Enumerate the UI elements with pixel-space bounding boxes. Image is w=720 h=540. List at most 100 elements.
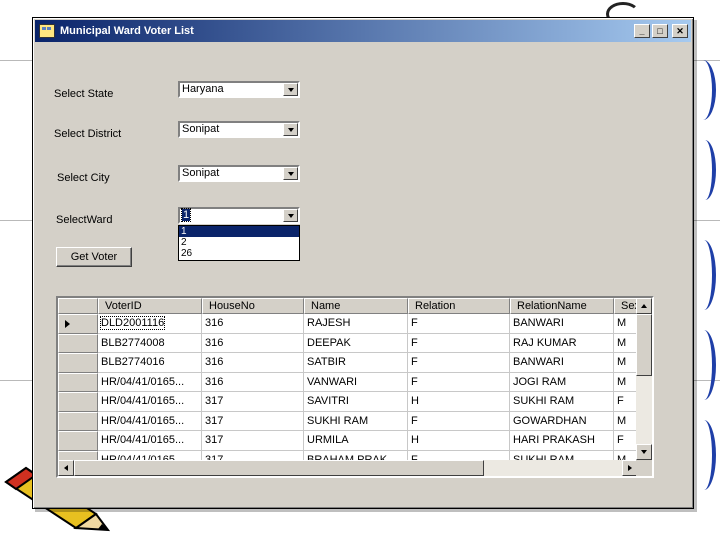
column-header-name[interactable]: Name xyxy=(304,298,408,314)
scroll-up-button[interactable] xyxy=(636,298,652,314)
cell-voterid[interactable]: HR/04/41/0165... xyxy=(98,372,202,392)
cell-sex[interactable]: M xyxy=(614,373,638,392)
scroll-down-button[interactable] xyxy=(636,444,652,460)
cell-houseno[interactable]: 317 xyxy=(202,411,304,431)
table-row[interactable]: HR/04/41/0165... 317 SUKHI RAM F GOWARDH… xyxy=(58,411,638,431)
row-header[interactable] xyxy=(58,333,98,353)
cell-sex[interactable]: M xyxy=(614,314,638,334)
cell-relationname[interactable]: BANWARI xyxy=(510,314,614,334)
cell-name[interactable]: VANWARI xyxy=(304,372,408,392)
dropdown-arrow-icon[interactable] xyxy=(283,123,298,136)
cell-voterid[interactable]: BLB2774008 xyxy=(98,333,202,353)
vertical-scroll-thumb[interactable] xyxy=(636,314,652,376)
row-header[interactable] xyxy=(58,353,98,373)
cell-relation[interactable]: F xyxy=(408,450,510,460)
maximize-button[interactable]: □ xyxy=(652,24,668,38)
cell-relationname[interactable]: BANWARI xyxy=(510,353,614,373)
table-row[interactable]: HR/04/41/0165... 317 BRAHAM PRAK... F SU… xyxy=(58,450,638,461)
table-row[interactable]: BLB2774008 316 DEEPAK F RAJ KUMAR M xyxy=(58,333,638,353)
ward-select[interactable]: 1 xyxy=(178,207,300,224)
horizontal-scrollbar[interactable] xyxy=(58,460,638,476)
cell-sex[interactable]: M xyxy=(614,334,638,353)
voter-data-grid: VoterID HouseNo Name Relation RelationNa… xyxy=(56,296,654,478)
cell-voterid[interactable]: HR/04/41/0165... xyxy=(98,450,202,460)
table-row[interactable]: BLB2774016 316 SATBIR F BANWARI M xyxy=(58,353,638,373)
cell-houseno[interactable]: 317 xyxy=(202,450,304,460)
get-voter-button[interactable]: Get Voter xyxy=(56,247,132,267)
cell-relationname[interactable]: SUKHI RAM xyxy=(510,450,614,460)
cell-name[interactable]: SUKHI RAM xyxy=(304,411,408,431)
row-header[interactable] xyxy=(58,411,98,431)
column-header-houseno[interactable]: HouseNo xyxy=(202,298,304,314)
state-select-value: Haryana xyxy=(182,83,224,95)
cell-relation[interactable]: F xyxy=(408,353,510,373)
cell-relation[interactable]: H xyxy=(408,392,510,412)
column-header-sex[interactable]: Sex xyxy=(614,298,638,314)
cell-name[interactable]: SAVITRI xyxy=(304,392,408,412)
cell-sex[interactable]: M xyxy=(614,451,638,461)
row-header[interactable] xyxy=(58,392,98,412)
scroll-left-button[interactable] xyxy=(58,460,74,476)
cell-relation[interactable]: F xyxy=(408,411,510,431)
ward-option[interactable]: 2 xyxy=(179,237,299,248)
table-row[interactable]: HR/04/41/0165... 316 VANWARI F JOGI RAM … xyxy=(58,372,638,392)
state-select[interactable]: Haryana xyxy=(178,81,300,98)
vertical-scrollbar[interactable] xyxy=(636,298,652,460)
cell-voterid[interactable]: HR/04/41/0165... xyxy=(98,411,202,431)
ward-option[interactable]: 1 xyxy=(179,226,299,237)
ward-option[interactable]: 26 xyxy=(179,248,299,259)
row-header[interactable] xyxy=(58,431,98,451)
cell-relation[interactable]: H xyxy=(408,431,510,451)
column-header-relationname[interactable]: RelationName xyxy=(510,298,614,314)
row-header[interactable] xyxy=(58,372,98,392)
cell-sex[interactable]: M xyxy=(614,412,638,431)
cell-name[interactable]: RAJESH xyxy=(304,314,408,334)
cell-relationname[interactable]: SUKHI RAM xyxy=(510,392,614,412)
cell-name[interactable]: SATBIR xyxy=(304,353,408,373)
app-icon[interactable] xyxy=(39,24,55,38)
title-bar[interactable]: Municipal Ward Voter List _ □ ✕ xyxy=(35,20,691,42)
table-row[interactable]: DLD2001116 316 RAJESH F BANWARI M xyxy=(58,314,638,334)
cell-relation[interactable]: F xyxy=(408,372,510,392)
dropdown-arrow-icon[interactable] xyxy=(283,209,298,222)
ward-dropdown-list: 1 2 26 xyxy=(178,225,300,261)
cell-sex[interactable]: F xyxy=(614,431,638,451)
table-row[interactable]: HR/04/41/0165... 317 URMILA H HARI PRAKA… xyxy=(58,431,638,451)
minimize-button[interactable]: _ xyxy=(634,24,650,38)
cell-name[interactable]: URMILA xyxy=(304,431,408,451)
cell-sex[interactable]: M xyxy=(614,353,638,373)
cell-voterid[interactable]: HR/04/41/0165... xyxy=(98,392,202,412)
cell-voterid[interactable]: HR/04/41/0165... xyxy=(98,431,202,451)
table-row[interactable]: HR/04/41/0165... 317 SAVITRI H SUKHI RAM… xyxy=(58,392,638,412)
cell-houseno[interactable]: 316 xyxy=(202,333,304,353)
cell-relation[interactable]: F xyxy=(408,314,510,334)
cell-houseno[interactable]: 316 xyxy=(202,314,304,334)
city-select[interactable]: Sonipat xyxy=(178,165,300,182)
cell-relationname[interactable]: JOGI RAM xyxy=(510,372,614,392)
cell-houseno[interactable]: 317 xyxy=(202,392,304,412)
cell-houseno[interactable]: 316 xyxy=(202,372,304,392)
dropdown-arrow-icon[interactable] xyxy=(283,83,298,96)
column-header-relation[interactable]: Relation xyxy=(408,298,510,314)
cell-sex[interactable]: F xyxy=(614,392,638,412)
cell-houseno[interactable]: 317 xyxy=(202,431,304,451)
cell-relationname[interactable]: RAJ KUMAR xyxy=(510,333,614,353)
cell-relationname[interactable]: HARI PRAKASH xyxy=(510,431,614,451)
row-header[interactable] xyxy=(58,450,98,460)
cell-text: DLD2001116 xyxy=(99,316,166,330)
cell-houseno[interactable]: 316 xyxy=(202,353,304,373)
column-header-voterid[interactable]: VoterID xyxy=(98,298,202,314)
cell-voterid[interactable]: BLB2774016 xyxy=(98,353,202,373)
cell-relation[interactable]: F xyxy=(408,333,510,353)
row-header[interactable] xyxy=(58,314,98,334)
dropdown-arrow-icon[interactable] xyxy=(283,167,298,180)
cell-voterid[interactable]: DLD2001116 xyxy=(98,314,202,334)
district-select[interactable]: Sonipat xyxy=(178,121,300,138)
close-button[interactable]: ✕ xyxy=(672,24,688,38)
horizontal-scroll-thumb[interactable] xyxy=(74,460,484,476)
cell-name[interactable]: BRAHAM PRAK... xyxy=(304,450,408,460)
city-label: Select City xyxy=(57,172,110,184)
cell-name[interactable]: DEEPAK xyxy=(304,333,408,353)
cell-relationname[interactable]: GOWARDHAN xyxy=(510,411,614,431)
city-select-value: Sonipat xyxy=(182,167,220,179)
